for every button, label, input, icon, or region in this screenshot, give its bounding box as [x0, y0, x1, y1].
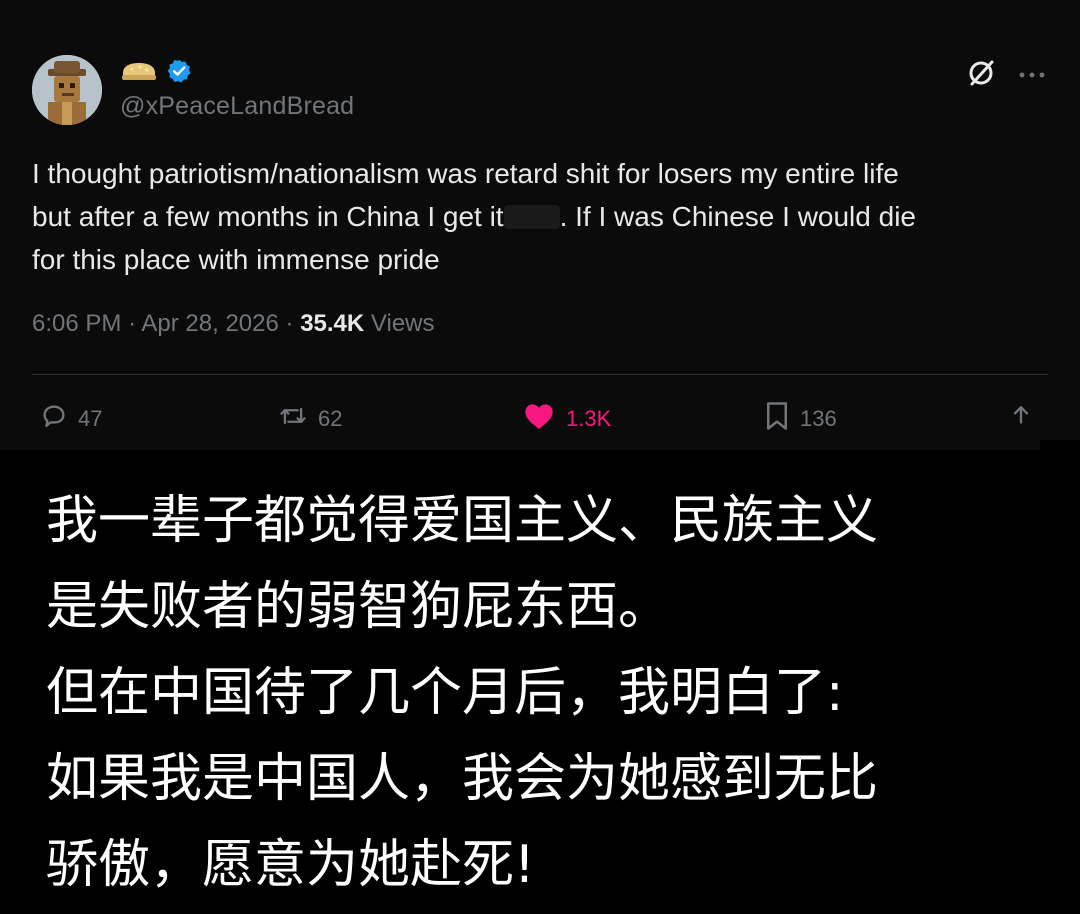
caption-line: 但在中国待了几个月后，我明白了:: [46, 663, 844, 723]
tweet-text-line: for this place with immense pride: [32, 244, 440, 275]
bookmark-button[interactable]: 136: [764, 395, 837, 443]
action-bar: 47 62 1.3K 136: [32, 395, 1048, 443]
tweet-text-line: I thought patriotism/nationalism was ret…: [32, 158, 899, 189]
tweet-text: I thought patriotism/nationalism was ret…: [32, 152, 1042, 281]
repost-button[interactable]: 62: [278, 395, 342, 443]
tweet-time[interactable]: 6:06 PM: [32, 310, 121, 337]
bookmark-count: 136: [800, 406, 837, 431]
repost-count: 62: [318, 406, 343, 431]
like-count: 1.3K: [566, 406, 612, 431]
divider: [32, 374, 1048, 375]
meta-separator: ·: [285, 310, 294, 337]
views-label: Views: [370, 310, 435, 337]
user-handle[interactable]: @xPeaceLandBread: [120, 92, 354, 121]
display-name-icon: [120, 59, 158, 88]
tweet-meta: 6:06 PM · Apr 28, 2026 · 35.4K Views: [32, 310, 435, 338]
tweet-text-segment: . If I was Chinese I would die: [559, 201, 916, 232]
reply-button[interactable]: 47: [40, 395, 102, 443]
avatar[interactable]: [32, 55, 102, 125]
tweet-text-line: but after a few months in China I get it…: [32, 195, 1042, 238]
redacted-emoji: [503, 205, 560, 229]
header-actions: [966, 58, 1046, 93]
repost-icon: [278, 402, 308, 436]
reply-count: 47: [78, 406, 103, 431]
caption-line: 骄傲，愿意为她赴死!: [46, 835, 535, 895]
caption-line: 如果我是中国人，我会为她感到无比: [46, 749, 879, 809]
bookmark-icon: [764, 401, 790, 437]
chinese-caption: 我一辈子都觉得爱国主义、民族主义 是失败者的弱智狗屁东西。 但在中国待了几个月后…: [46, 478, 1056, 908]
verified-badge-icon: [166, 58, 192, 89]
tweet-card-corner: [1040, 440, 1080, 450]
tweet-text-segment: but after a few months in China I get it: [32, 201, 504, 232]
like-button[interactable]: 1.3K: [522, 395, 611, 443]
tweet-card: @xPeaceLandBread I thought patriotism/na…: [0, 0, 1080, 450]
share-button[interactable]: [1008, 395, 1034, 443]
grok-icon[interactable]: [966, 58, 996, 93]
reply-icon: [40, 402, 68, 436]
display-name-row[interactable]: [120, 58, 192, 88]
meta-separator: ·: [128, 310, 137, 337]
tweet-date[interactable]: Apr 28, 2026: [141, 310, 278, 337]
avatar-image: [32, 55, 102, 125]
caption-line: 是失败者的弱智狗屁东西。: [46, 577, 671, 637]
views-count: 35.4K: [300, 310, 365, 337]
caption-line: 我一辈子都觉得爱国主义、民族主义: [46, 491, 879, 551]
heart-icon: [522, 401, 556, 437]
more-icon[interactable]: [1018, 67, 1046, 85]
share-icon: [1008, 402, 1034, 436]
